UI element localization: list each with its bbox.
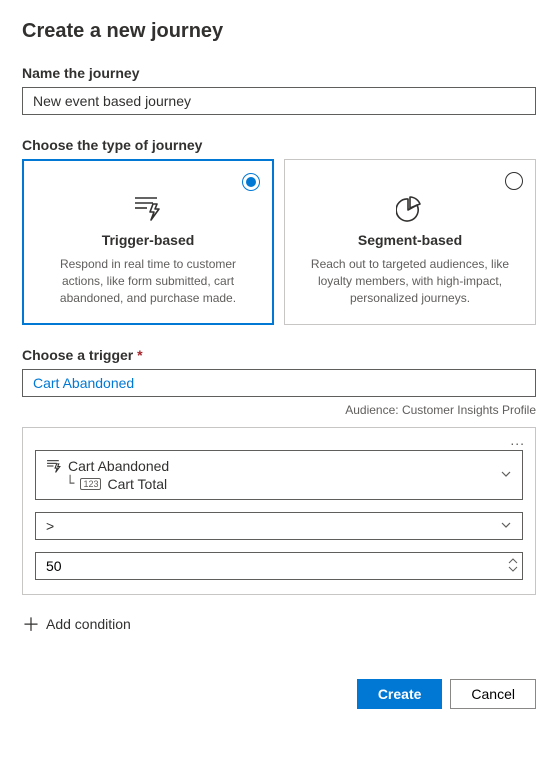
chevron-down-icon <box>500 518 512 534</box>
radio-segment[interactable] <box>505 172 523 190</box>
audience-text: Audience: Customer Insights Profile <box>22 403 536 417</box>
journey-type-row: Trigger-based Respond in real time to cu… <box>22 159 536 325</box>
required-marker: * <box>137 347 142 363</box>
attr-parent: Cart Abandoned <box>68 458 169 474</box>
number-type-icon: 123 <box>80 478 101 490</box>
value-input[interactable] <box>36 553 504 579</box>
attribute-selector[interactable]: Cart Abandoned └ 123 Cart Total <box>35 450 523 500</box>
trigger-icon <box>132 194 164 222</box>
radio-trigger[interactable] <box>242 173 260 191</box>
footer-buttons: Create Cancel <box>22 679 536 709</box>
trigger-label: Choose a trigger * <box>22 347 536 363</box>
attr-child: Cart Total <box>107 476 167 492</box>
condition-panel: ... Cart Abandoned └ 123 Cart Total <box>22 427 536 595</box>
add-condition-label: Add condition <box>46 616 131 632</box>
trigger-card-desc: Respond in real time to customer actions… <box>41 256 255 306</box>
spinner-up[interactable] <box>508 558 518 566</box>
segment-based-card[interactable]: Segment-based Reach out to targeted audi… <box>284 159 536 325</box>
segment-icon <box>394 194 426 222</box>
chevron-down-icon <box>500 467 512 483</box>
trigger-small-icon <box>46 459 62 473</box>
type-label: Choose the type of journey <box>22 137 536 153</box>
trigger-based-card[interactable]: Trigger-based Respond in real time to cu… <box>22 159 274 325</box>
operator-value: > <box>46 518 54 534</box>
plus-icon: ＋ <box>22 611 38 637</box>
spinner <box>504 553 522 579</box>
journey-name-input[interactable] <box>22 87 536 115</box>
more-icon[interactable]: ... <box>510 432 525 448</box>
value-input-wrap <box>35 552 523 580</box>
spinner-down[interactable] <box>508 566 518 574</box>
cancel-button[interactable]: Cancel <box>450 679 536 709</box>
tree-branch-icon: └ <box>66 476 74 492</box>
segment-card-desc: Reach out to targeted audiences, like lo… <box>303 256 517 306</box>
trigger-card-title: Trigger-based <box>41 232 255 248</box>
create-button[interactable]: Create <box>357 679 443 709</box>
operator-selector[interactable]: > <box>35 512 523 540</box>
page-title: Create a new journey <box>22 20 536 43</box>
segment-card-title: Segment-based <box>303 232 517 248</box>
add-condition-button[interactable]: ＋ Add condition <box>22 609 536 639</box>
trigger-input[interactable] <box>22 369 536 397</box>
name-label: Name the journey <box>22 65 536 81</box>
